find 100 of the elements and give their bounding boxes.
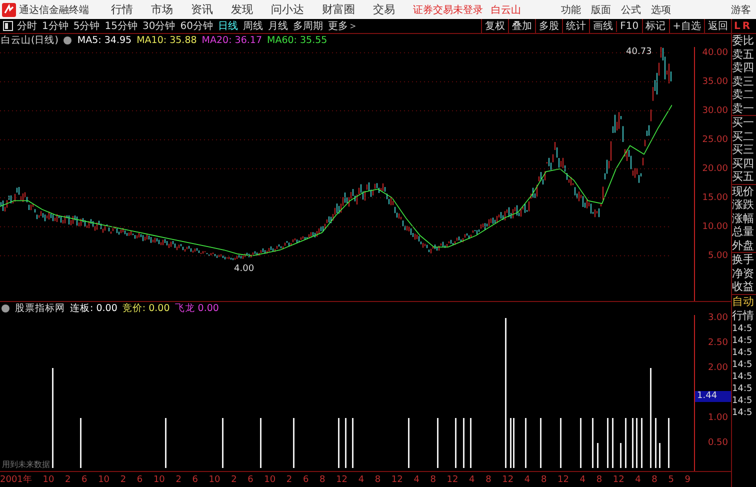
date-axis-label: 8: [652, 474, 658, 484]
date-axis-label: 9: [684, 474, 690, 484]
cursor-value-label: 1.44: [695, 391, 731, 402]
chart-tool-button[interactable]: 叠加: [508, 19, 536, 33]
chart-title: 白云山(日线): [1, 34, 58, 47]
chart-tool-button[interactable]: F10: [616, 20, 642, 32]
chart-tool-button[interactable]: 多股: [535, 19, 562, 33]
side-header-label[interactable]: R: [742, 20, 750, 32]
date-axis-label: 8: [540, 474, 547, 484]
period-tab[interactable]: 60分钟: [180, 19, 213, 33]
moving-average-value: MA20: 36.17: [202, 35, 262, 46]
chart-tool-button[interactable]: +自选: [668, 19, 704, 33]
chart-tool-button[interactable]: 标记: [642, 19, 669, 33]
tool-menu-item[interactable]: 公式: [621, 2, 641, 16]
date-axis-label: 10: [98, 474, 110, 484]
app-title: 通达信金融终端: [19, 4, 89, 16]
date-axis-label: 4: [524, 474, 530, 484]
period-tab[interactable]: 日线: [218, 19, 238, 33]
quote-label: 涨跌: [732, 198, 755, 212]
quote-label: 卖四: [732, 61, 755, 74]
quote-label: 外盘: [732, 238, 755, 252]
quote-label: 卖二: [732, 88, 755, 102]
quote-tab[interactable]: 行情: [732, 308, 756, 322]
menu-item[interactable]: 交易: [373, 2, 395, 17]
date-axis-label: 6: [248, 474, 254, 484]
tool-menu-item[interactable]: 版面: [591, 2, 611, 16]
tool-menu-item[interactable]: 功能: [561, 2, 581, 16]
period-tab[interactable]: 周线: [242, 19, 263, 33]
menu-item[interactable]: 财富圈: [322, 2, 355, 17]
date-axis-label: 6: [302, 474, 309, 484]
date-axis-label: 6: [192, 474, 198, 484]
date-axis-label: 4: [580, 474, 586, 484]
period-tab[interactable]: 1分钟: [42, 19, 68, 33]
trade-time: 14:5: [732, 406, 754, 418]
period-tab[interactable]: 分时: [17, 19, 37, 33]
price-axis-label: 30.00: [702, 106, 728, 116]
user-label[interactable]: 游客: [731, 2, 751, 16]
tool-menu-item[interactable]: 选项: [651, 2, 671, 16]
quote-label: 卖三: [732, 74, 755, 88]
period-tab[interactable]: 5分钟: [73, 19, 100, 33]
menu-item[interactable]: 行情: [111, 2, 133, 17]
date-axis-label: 2: [120, 474, 126, 484]
period-tab[interactable]: 15分钟: [104, 19, 138, 33]
quote-label: 买一: [732, 116, 755, 130]
chart-tool-button[interactable]: 复权: [481, 19, 508, 33]
menu-item[interactable]: 发现: [231, 2, 253, 17]
indicator-axis-label: 1.00: [708, 413, 728, 423]
side-header-label[interactable]: L: [734, 20, 740, 32]
moving-average-value: MA5: 34.95: [77, 35, 132, 46]
chart-tool-button[interactable]: 画线: [589, 19, 616, 33]
date-axis-label: 12: [612, 474, 624, 484]
chart-tool-button[interactable]: 返回: [704, 19, 731, 33]
settings-icon[interactable]: [1, 304, 10, 313]
date-axis-label: 10: [264, 474, 276, 484]
date-axis-label: 2001年: [0, 474, 32, 486]
price-axis-label: 15.00: [702, 192, 728, 203]
period-tab[interactable]: 多周期: [292, 19, 323, 33]
trade-time: 14:5: [732, 346, 754, 358]
trade-time: 14:5: [732, 370, 754, 382]
menu-item[interactable]: 问小达: [271, 2, 304, 17]
auto-mode-label[interactable]: 自动: [732, 294, 756, 308]
trade-time: 14:5: [732, 334, 754, 346]
trade-time: 14:5: [732, 382, 754, 394]
quote-label: 委比: [732, 34, 755, 48]
period-tab[interactable]: 30分钟: [142, 19, 176, 33]
panel-toggle-icon[interactable]: [3, 21, 13, 31]
moving-average-value: MA10: 35.88: [136, 35, 197, 46]
date-axis-label: 10: [42, 474, 54, 484]
quote-label: 净资: [732, 266, 755, 280]
line-series: [0, 104, 672, 256]
date-axis-label: 8: [374, 474, 381, 484]
indicator-axis-label: 2.50: [708, 338, 728, 348]
stock-link[interactable]: 白云山: [491, 2, 521, 16]
low-price-marker: 4.00: [234, 264, 254, 274]
date-axis-label: 10: [153, 474, 165, 484]
period-tab[interactable]: 更多＞: [328, 19, 358, 33]
price-axis-label: 10.00: [702, 222, 728, 232]
chart-tool-button[interactable]: 统计: [562, 19, 590, 33]
indicator-axis-label: 3.00: [708, 313, 728, 323]
date-axis-label: 4: [358, 474, 364, 484]
date-axis-label: 12: [558, 474, 569, 484]
price-axis-label: 5.00: [708, 250, 728, 261]
price-axis-label: 25.00: [702, 134, 728, 145]
date-axis-label: 4: [414, 474, 420, 484]
settings-icon[interactable]: [63, 36, 72, 45]
menu-item[interactable]: 资讯: [191, 2, 213, 17]
trade-time: 14:5: [732, 322, 754, 334]
trade-time: 14:5: [732, 394, 754, 406]
trade-time: 14:5: [732, 358, 754, 370]
quote-label: 总量: [732, 225, 755, 238]
date-axis-label: 8: [486, 474, 492, 484]
quote-label: 买五: [732, 170, 755, 184]
future-data-note: 用到未来数据: [2, 459, 52, 470]
quote-label: 涨幅: [732, 212, 755, 225]
price-axis-label: 20.00: [702, 164, 728, 174]
menu-item[interactable]: 市场: [151, 2, 173, 17]
period-tab[interactable]: 月线: [268, 19, 288, 33]
quote-label: 现价: [732, 184, 755, 198]
date-axis-label: 4: [469, 474, 475, 484]
date-axis-label: 8: [430, 474, 436, 484]
